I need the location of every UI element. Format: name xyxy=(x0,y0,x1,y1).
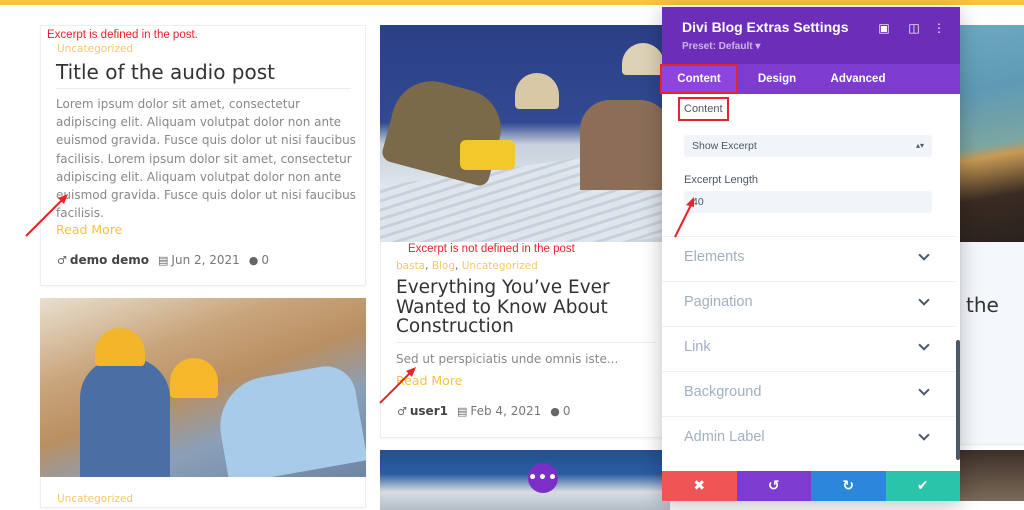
section-background[interactable]: Background xyxy=(662,371,955,416)
annotation-excerpt-defined: Excerpt is defined in the post. xyxy=(47,29,198,41)
post-date: Feb 4, 2021 xyxy=(470,404,542,418)
post-featured-image[interactable] xyxy=(380,25,670,242)
calendar-icon: ▤ xyxy=(158,254,169,267)
user-icon: ♂ xyxy=(397,405,407,418)
panel-footer: ✖ ↺ ↻ ✔ xyxy=(662,471,960,501)
preset-dropdown[interactable]: Preset: Default ▾ xyxy=(682,41,760,52)
post-categories: basta, Blog, Uncategorized xyxy=(396,260,538,272)
post-excerpt: Lorem ipsum dolor sit amet, consectetur … xyxy=(56,97,356,221)
category-link-blog[interactable]: Blog xyxy=(432,260,455,272)
chevron-down-icon xyxy=(918,249,930,261)
settings-panel: Divi Blog Extras Settings Preset: Defaul… xyxy=(660,7,960,501)
post-title-partial[interactable]: the xyxy=(966,293,999,317)
sidebar-toggle-icon[interactable]: ◫ xyxy=(907,21,921,35)
panel-scrollbar[interactable] xyxy=(956,340,960,460)
divider xyxy=(396,342,656,343)
cancel-button[interactable]: ✖ xyxy=(662,471,737,501)
chevron-down-icon xyxy=(918,429,930,441)
tab-advanced[interactable]: Advanced xyxy=(817,64,899,94)
user-icon: ♂ xyxy=(57,254,67,267)
post-meta: ♂ user1 ▤ Feb 4, 2021 ● 0 xyxy=(397,404,571,418)
chevron-down-icon xyxy=(918,294,930,306)
category-link-uncategorized[interactable]: Uncategorized xyxy=(462,260,538,272)
top-accent-bar xyxy=(0,0,1024,5)
post-category-link[interactable]: Uncategorized xyxy=(57,493,133,505)
post-author[interactable]: demo demo xyxy=(70,253,149,267)
panel-title: Divi Blog Extras Settings xyxy=(682,19,849,35)
redo-button[interactable]: ↻ xyxy=(811,471,886,501)
panel-header[interactable]: Divi Blog Extras Settings Preset: Defaul… xyxy=(662,7,960,64)
section-pagination[interactable]: Pagination xyxy=(662,281,955,326)
section-elements[interactable]: Elements xyxy=(662,236,955,281)
redo-icon: ↻ xyxy=(842,478,855,494)
save-button[interactable]: ✔ xyxy=(885,471,960,501)
post-title[interactable]: Title of the audio post xyxy=(56,60,275,84)
post-meta: ♂ demo demo ▤ Jun 2, 2021 ● 0 xyxy=(57,253,269,267)
comment-icon: ● xyxy=(550,405,560,418)
tab-design[interactable]: Design xyxy=(742,64,812,94)
comment-count[interactable]: 0 xyxy=(563,404,571,418)
category-link-basta[interactable]: basta xyxy=(396,260,425,272)
chevron-down-icon xyxy=(918,339,930,351)
post-featured-image[interactable] xyxy=(960,450,1024,501)
content-label: Content xyxy=(678,97,729,121)
post-featured-image[interactable] xyxy=(40,298,366,477)
more-menu-icon[interactable]: ⋮ xyxy=(932,21,946,35)
post-date: Jun 2, 2021 xyxy=(171,253,240,267)
post-title[interactable]: Everything You’ve Ever Wanted to Know Ab… xyxy=(396,278,646,337)
select-caret-icon: ▴▾ xyxy=(915,141,924,150)
comment-count[interactable]: 0 xyxy=(261,253,269,267)
check-icon: ✔ xyxy=(916,478,929,494)
expand-icon[interactable]: ▣ xyxy=(877,21,891,35)
annotation-arrow xyxy=(379,367,416,404)
undo-button[interactable]: ↺ xyxy=(736,471,811,501)
chevron-down-icon xyxy=(918,384,930,396)
post-featured-image[interactable] xyxy=(960,25,1024,242)
panel-tabs: Content Design Advanced xyxy=(660,64,960,94)
post-excerpt: Sed ut perspiciatis unde omnis iste... xyxy=(396,352,619,366)
post-author[interactable]: user1 xyxy=(410,404,448,418)
excerpt-length-label: Excerpt Length xyxy=(684,174,758,186)
annotation-arrow xyxy=(25,194,68,237)
section-admin-label[interactable]: Admin Label xyxy=(662,416,955,461)
annotation-arrow xyxy=(674,197,694,238)
section-link[interactable]: Link xyxy=(662,326,955,371)
tab-content[interactable]: Content xyxy=(660,64,738,94)
post-featured-image[interactable] xyxy=(380,450,670,510)
panel-body: Content Show Excerpt ▴▾ Excerpt Length 4… xyxy=(662,94,960,469)
comment-icon: ● xyxy=(248,254,259,267)
close-icon: ✖ xyxy=(693,478,706,494)
content-select[interactable]: Show Excerpt ▴▾ xyxy=(684,135,932,157)
undo-icon: ↺ xyxy=(767,478,780,494)
more-options-button[interactable]: ••• xyxy=(528,463,558,493)
calendar-icon: ▤ xyxy=(456,405,468,418)
divider xyxy=(56,88,351,89)
annotation-excerpt-not-defined: Excerpt is not defined in the post xyxy=(408,243,575,255)
excerpt-length-input[interactable]: 40 xyxy=(684,191,932,213)
post-category-link[interactable]: Uncategorized xyxy=(57,43,133,55)
